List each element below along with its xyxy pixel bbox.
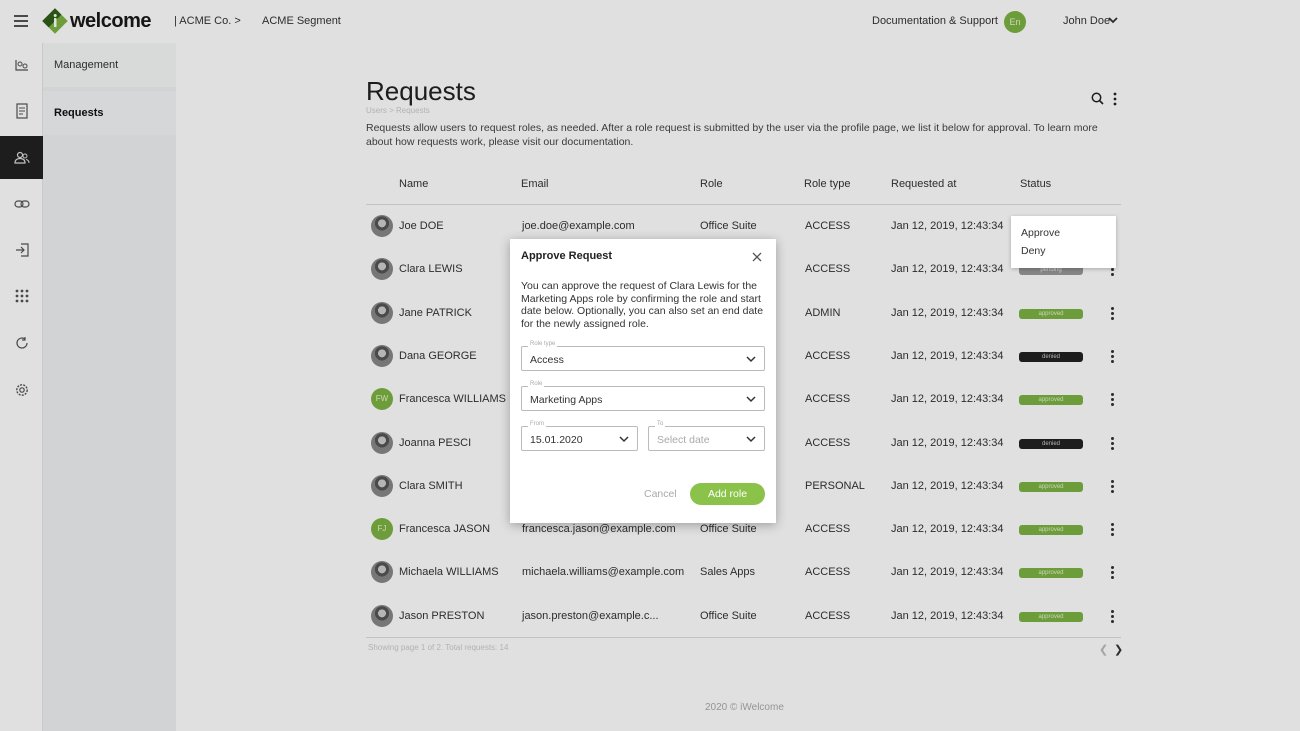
chevron-down-icon [746,396,756,403]
role-select[interactable]: Role Marketing Apps [521,381,765,411]
row-action-menu: Approve Deny [1011,216,1116,268]
role-value: Marketing Apps [530,394,603,406]
to-label: To [655,421,666,427]
role-type-select[interactable]: Role type Access [521,341,765,371]
close-icon[interactable] [751,251,763,263]
cancel-button[interactable]: Cancel [644,488,677,500]
chevron-down-icon [746,436,756,443]
from-date-select[interactable]: From 15.01.2020 [521,421,638,451]
from-label: From [528,421,546,427]
role-type-label: Role type [528,341,558,347]
from-value: 15.01.2020 [530,434,583,446]
modal-title: Approve Request [521,250,613,262]
menu-item-approve[interactable]: Approve [1021,227,1060,239]
chevron-down-icon [619,436,629,443]
modal-description: You can approve the request of Clara Lew… [521,280,764,330]
to-placeholder: Select date [657,434,710,446]
role-label: Role [528,381,545,387]
to-date-select[interactable]: To Select date [648,421,765,451]
approve-request-modal: Approve Request You can approve the requ… [510,239,776,523]
chevron-down-icon [746,356,756,363]
add-role-button[interactable]: Add role [690,483,765,505]
menu-item-deny[interactable]: Deny [1021,245,1046,257]
role-type-value: Access [530,354,564,366]
